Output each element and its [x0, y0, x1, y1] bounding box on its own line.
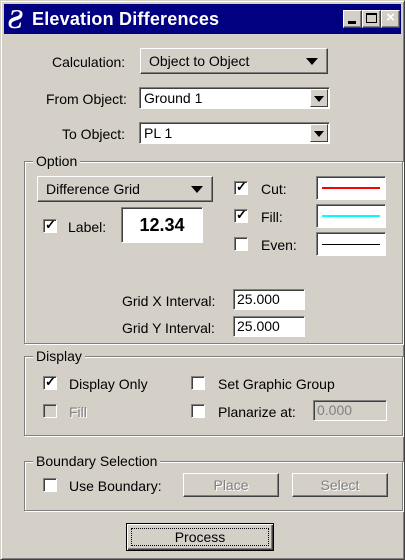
grid-y-interval-value: 25.000 — [237, 318, 280, 334]
calculation-dropdown[interactable]: Object to Object — [140, 48, 328, 74]
minimize-button[interactable] — [343, 10, 362, 28]
close-icon: × — [386, 9, 395, 26]
from-object-dropdown-button[interactable] — [310, 89, 328, 107]
checkmark-icon: ✓ — [45, 217, 56, 232]
option-mode-dropdown[interactable]: Difference Grid — [37, 176, 213, 202]
chevron-down-icon — [314, 131, 324, 137]
close-button[interactable]: × — [381, 9, 400, 28]
label-text-preview[interactable]: 12.34 — [121, 207, 203, 243]
to-object-label: To Object: — [62, 126, 126, 142]
calculation-value: Object to Object — [149, 53, 250, 69]
place-button-label: Place — [213, 477, 249, 493]
select-button-label: Select — [320, 477, 360, 493]
process-button-label: Process — [174, 529, 226, 545]
use-boundary-label: Use Boundary: — [69, 478, 162, 494]
title-bar[interactable]: Ƨ Elevation Differences × — [4, 4, 401, 34]
from-object-combo[interactable]: Ground 1 — [139, 87, 330, 109]
grid-x-interval-label: Grid X Interval: — [122, 293, 216, 309]
option-mode-value: Difference Grid — [46, 181, 140, 197]
even-line-sample — [322, 244, 380, 245]
elevation-differences-dialog: Ƨ Elevation Differences × Calculation: O… — [0, 0, 405, 560]
set-graphic-group-checkbox[interactable] — [191, 376, 205, 390]
grid-y-interval-input[interactable]: 25.000 — [233, 316, 305, 337]
use-boundary-checkbox[interactable] — [43, 478, 57, 492]
to-object-combo[interactable]: PL 1 — [139, 122, 330, 144]
grid-y-interval-label: Grid Y Interval: — [122, 320, 215, 336]
display-only-label: Display Only — [69, 376, 148, 392]
place-button[interactable]: Place — [183, 473, 279, 497]
cut-line-sample — [322, 187, 380, 189]
fill-line-sample — [322, 215, 380, 217]
display-only-checkbox[interactable]: ✓ — [43, 374, 57, 390]
display-group — [24, 356, 403, 436]
set-graphic-group-label: Set Graphic Group — [218, 376, 335, 392]
grid-x-interval-value: 25.000 — [237, 291, 280, 307]
select-button[interactable]: Select — [292, 473, 388, 497]
label-checkbox[interactable]: ✓ — [43, 217, 57, 233]
maximize-icon — [366, 13, 377, 23]
planarize-input[interactable]: 0.000 — [313, 400, 387, 421]
fill-symbology-swatch[interactable] — [316, 204, 386, 228]
window-title: Elevation Differences — [32, 9, 220, 29]
cut-symbology-swatch[interactable] — [316, 176, 386, 200]
even-checkbox[interactable] — [234, 237, 248, 251]
from-object-label: From Object: — [46, 91, 127, 107]
chevron-down-icon — [306, 58, 318, 65]
geopak-logo-icon: Ƨ — [8, 4, 24, 34]
grid-x-interval-input[interactable]: 25.000 — [233, 289, 305, 310]
display-fill-label: Fill — [69, 404, 87, 420]
maximize-button[interactable] — [362, 10, 381, 28]
cut-label: Cut: — [261, 181, 287, 197]
boundary-selection-legend: Boundary Selection — [33, 453, 161, 469]
checkmark-icon: ✓ — [45, 374, 56, 389]
chevron-down-icon — [314, 96, 324, 102]
checkmark-icon: ✓ — [236, 207, 247, 222]
cut-checkbox[interactable]: ✓ — [234, 179, 248, 195]
process-button[interactable]: Process — [126, 523, 274, 551]
minimize-icon — [348, 21, 356, 24]
even-label: Even: — [261, 237, 297, 253]
fill-label: Fill: — [261, 209, 283, 225]
option-group-legend: Option — [33, 153, 81, 169]
from-object-value: Ground 1 — [144, 90, 203, 106]
to-object-value: PL 1 — [144, 125, 173, 141]
planarize-checkbox[interactable] — [191, 404, 205, 418]
label-checkbox-label: Label: — [68, 219, 107, 235]
chevron-down-icon — [191, 186, 203, 193]
planarize-label: Planarize at: — [218, 404, 296, 420]
checkmark-icon: ✓ — [236, 179, 247, 194]
planarize-value: 0.000 — [317, 402, 353, 418]
even-symbology-swatch[interactable] — [316, 232, 386, 256]
fill-checkbox[interactable]: ✓ — [234, 207, 248, 223]
calculation-label: Calculation: — [52, 54, 126, 70]
display-group-legend: Display — [33, 348, 85, 364]
to-object-dropdown-button[interactable] — [310, 124, 328, 142]
display-fill-checkbox[interactable] — [43, 404, 57, 418]
